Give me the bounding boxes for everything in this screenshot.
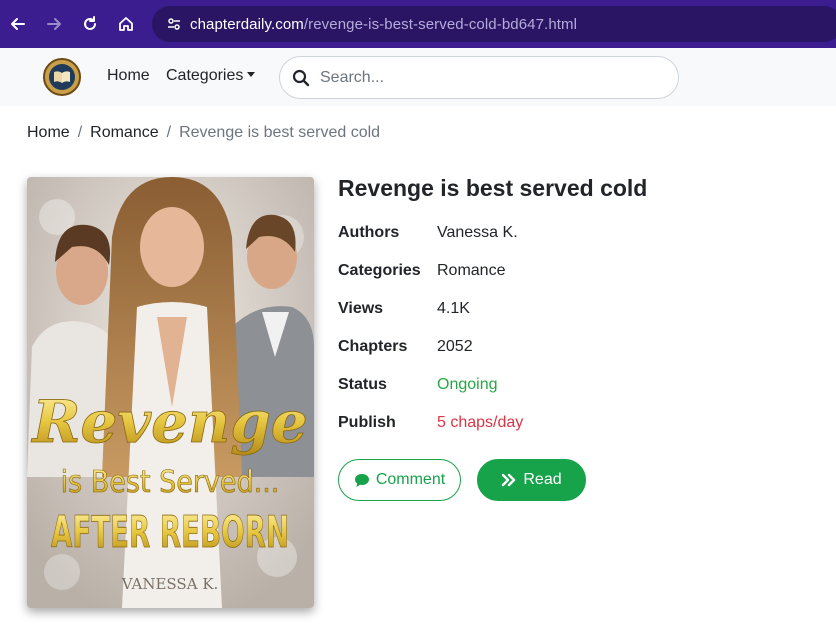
comment-button[interactable]: Comment (338, 459, 461, 501)
site-navbar: Home Categories (0, 48, 836, 106)
address-bar[interactable]: chapterdaily.com/revenge-is-best-served-… (152, 6, 836, 42)
site-logo[interactable] (43, 58, 81, 96)
cover-title-line3: AFTER REBORN (51, 507, 289, 558)
info-label: Views (338, 300, 384, 317)
cover-author: VANESSA K. (121, 575, 219, 593)
views-value: 4.1K (437, 300, 470, 317)
arrow-right-icon (47, 18, 61, 30)
breadcrumb-category[interactable]: Romance (90, 124, 158, 142)
cover-title-line1: Revenge (30, 388, 307, 456)
info-row-publish: Publish 5 chaps/day (338, 414, 523, 438)
info-label: Publish (338, 414, 396, 431)
comment-button-label: Comment (375, 471, 446, 488)
info-label: Chapters (338, 338, 408, 355)
nav-categories-dropdown[interactable]: Categories (166, 67, 256, 85)
breadcrumb-separator: / (166, 124, 172, 141)
author-link[interactable]: Vanessa K. (437, 224, 518, 248)
info-label: Status (338, 376, 387, 393)
caret-down-icon (247, 72, 256, 77)
search-input[interactable] (320, 68, 650, 87)
read-button-label: Read (523, 471, 562, 488)
book-title: Revenge is best served cold (338, 175, 648, 201)
chapters-value: 2052 (437, 338, 473, 355)
reload-icon (84, 16, 96, 30)
url-text: chapterdaily.com/revenge-is-best-served-… (190, 16, 577, 33)
status-value: Ongoing (437, 376, 498, 393)
double-chevron-right-icon (501, 473, 517, 487)
breadcrumb: Home / Romance / Revenge is best served … (27, 124, 380, 142)
cover-title-line2: is Best Served... (61, 465, 280, 500)
book-cover[interactable]: Revenge is Best Served... AFTER REBORN V… (27, 177, 314, 608)
info-row-status: Status Ongoing (338, 376, 498, 400)
url-domain: chapterdaily.com (190, 15, 304, 33)
info-row-categories: Categories Romance (338, 262, 505, 286)
nav-home-link[interactable]: Home (107, 67, 150, 85)
cover-illustration: Revenge is Best Served... AFTER REBORN V… (27, 177, 314, 608)
back-button[interactable] (4, 10, 32, 38)
breadcrumb-current: Revenge is best served cold (179, 124, 381, 141)
url-path: /revenge-is-best-served-cold-bd647.html (303, 15, 578, 33)
info-label: Categories (338, 262, 421, 279)
info-row-chapters: Chapters 2052 (338, 338, 473, 362)
category-link[interactable]: Romance (437, 262, 505, 286)
book-icon (49, 64, 75, 90)
comment-icon (354, 473, 370, 488)
read-button[interactable]: Read (477, 459, 586, 501)
info-label: Authors (338, 224, 400, 241)
publish-value: 5 chaps/day (437, 414, 524, 431)
site-info-icon[interactable] (162, 12, 186, 36)
browser-toolbar: chapterdaily.com/revenge-is-best-served-… (0, 0, 836, 48)
breadcrumb-separator: / (77, 124, 83, 141)
nav-categories-label: Categories (166, 67, 244, 84)
breadcrumb-home[interactable]: Home (27, 124, 70, 142)
search-icon (292, 69, 310, 86)
home-button[interactable] (112, 10, 140, 38)
forward-button[interactable] (40, 10, 68, 38)
house-icon (119, 17, 133, 31)
info-row-views: Views 4.1K (338, 300, 470, 324)
reload-button[interactable] (76, 10, 104, 38)
arrow-left-icon (11, 18, 25, 30)
info-row-authors: Authors Vanessa K. (338, 224, 518, 248)
search-box[interactable] (279, 56, 679, 99)
